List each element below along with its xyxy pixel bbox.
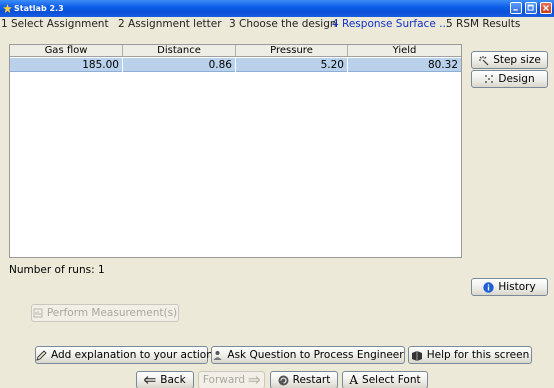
history-button[interactable]: History [471, 278, 548, 296]
cell-distance: 0.86 [123, 58, 236, 72]
step-size-label: Step size [493, 54, 541, 66]
step-navigation: 1 Select Assignment 2 Assignment letter … [0, 17, 554, 33]
measurement-icon [33, 308, 43, 318]
close-icon [543, 5, 549, 11]
restart-button[interactable]: Restart [270, 371, 338, 388]
column-header-yield[interactable]: Yield [348, 45, 461, 57]
window-title: Statlab 2.3 [14, 4, 64, 13]
restart-icon [278, 375, 289, 385]
back-label: Back [160, 374, 186, 386]
ask-question-label: Ask Question to Process Engineer [227, 349, 404, 361]
number-of-runs: Number of runs: 1 [9, 264, 105, 276]
step-tab-5[interactable]: 5 RSM Results [446, 18, 520, 30]
engineer-icon [213, 350, 222, 360]
table-header: Gas flow Distance Pressure Yield [10, 45, 461, 57]
select-font-button[interactable]: A Select Font [342, 371, 428, 388]
forward-button[interactable]: Forward [198, 371, 265, 388]
history-label: History [498, 281, 536, 293]
cell-gas-flow: 185.00 [10, 58, 123, 72]
column-header-pressure[interactable]: Pressure [236, 45, 348, 57]
table-row[interactable]: 185.00 0.86 5.20 80.32 [10, 58, 461, 72]
ask-question-button[interactable]: Ask Question to Process Engineer [211, 346, 405, 364]
design-button[interactable]: Design [471, 70, 548, 88]
step-tab-1[interactable]: 1 Select Assignment [1, 18, 109, 30]
help-button[interactable]: Help for this screen [408, 346, 532, 364]
maximize-button[interactable] [525, 2, 537, 14]
restart-label: Restart [292, 374, 331, 386]
step-size-icon [479, 55, 489, 65]
help-label: Help for this screen [426, 349, 530, 361]
column-header-distance[interactable]: Distance [123, 45, 236, 57]
forward-arrow-icon [248, 376, 261, 384]
title-bar[interactable]: Statlab 2.3 [0, 0, 554, 17]
step-size-button[interactable]: Step size [471, 51, 548, 69]
pen-icon [36, 349, 47, 361]
back-button[interactable]: Back [136, 371, 194, 388]
add-explanation-label: Add explanation to your action [51, 349, 213, 361]
design-dots-icon [485, 75, 494, 83]
app-star-icon [3, 4, 12, 13]
minimize-icon [513, 9, 518, 11]
step-tab-4[interactable]: 4 Response Surface ... [332, 18, 449, 30]
results-table[interactable]: Gas flow Distance Pressure Yield 185.00 … [9, 44, 462, 258]
design-label: Design [498, 73, 535, 85]
step-tab-2[interactable]: 2 Assignment letter [118, 18, 222, 30]
perform-measurement-button[interactable]: Perform Measurement(s) [31, 304, 179, 322]
cell-yield: 80.32 [427, 59, 458, 71]
perform-measurement-label: Perform Measurement(s) [46, 307, 178, 319]
close-button[interactable] [540, 2, 552, 14]
column-header-gas-flow[interactable]: Gas flow [10, 45, 123, 57]
info-icon [483, 281, 495, 293]
select-font-label: Select Font [362, 374, 421, 386]
help-book-icon [411, 350, 422, 361]
maximize-icon [527, 4, 534, 11]
step-tab-3[interactable]: 3 Choose the design [229, 18, 337, 30]
cell-pressure: 5.20 [236, 58, 348, 72]
minimize-button[interactable] [510, 2, 522, 14]
font-a-icon: A [349, 373, 359, 387]
forward-label: Forward [202, 374, 246, 386]
back-arrow-icon [144, 376, 156, 384]
add-explanation-button[interactable]: Add explanation to your action [35, 346, 213, 364]
